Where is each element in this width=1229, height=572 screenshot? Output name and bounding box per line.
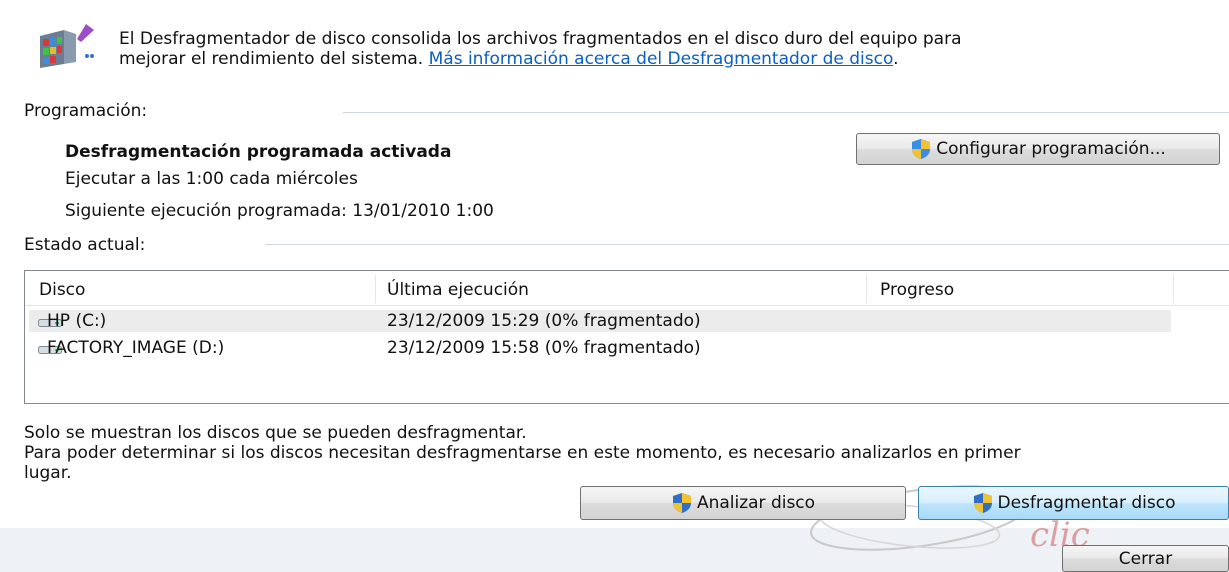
schedule-status: Desfragmentación programada activada [65, 142, 452, 162]
analyze-disk-label: Analizar disco [696, 493, 816, 513]
disk-name: HP (C:) [47, 311, 107, 331]
status-section-label: Estado actual: [24, 235, 146, 255]
close-button[interactable]: Cerrar [1062, 545, 1229, 572]
intro-text-line2: mejorar el rendimiento del sistema. Más … [119, 49, 898, 69]
table-row[interactable]: HP (C:) 23/12/2009 15:29 (0% fragmentado… [29, 310, 1171, 332]
schedule-run-time: Ejecutar a las 1:00 cada miércoles [65, 169, 358, 189]
column-separator[interactable] [866, 275, 867, 303]
disk-last-run: 23/12/2009 15:29 (0% fragmentado) [387, 311, 701, 331]
disk-name: FACTORY_IMAGE (D:) [47, 338, 225, 358]
schedule-divider [343, 112, 1229, 113]
defragment-disk-button[interactable]: Desfragmentar disco [918, 486, 1229, 520]
defragmenter-panel: El Desfragmentador de disco consolida lo… [0, 0, 1229, 555]
uac-shield-icon [973, 493, 992, 513]
uac-shield-icon [672, 493, 691, 513]
schedule-next-run: Siguiente ejecución programada: 13/01/20… [65, 201, 494, 221]
note-line1: Solo se muestran los discos que se puede… [24, 423, 527, 443]
status-divider [265, 244, 1229, 245]
configure-schedule-label: Configurar programación... [936, 139, 1166, 159]
column-separator[interactable] [1173, 275, 1174, 303]
analyze-disk-button[interactable]: Analizar disco [580, 486, 906, 520]
column-separator[interactable] [375, 275, 376, 303]
note-line2: Para poder determinar si los discos nece… [24, 443, 1021, 463]
intro-text-line1: El Desfragmentador de disco consolida lo… [119, 29, 962, 49]
column-header-disk[interactable]: Disco [39, 271, 85, 305]
column-header-progress[interactable]: Progreso [880, 271, 954, 305]
close-button-label: Cerrar [1118, 548, 1173, 569]
defragment-disk-label: Desfragmentar disco [997, 493, 1176, 513]
column-header-last-run[interactable]: Última ejecución [387, 271, 529, 305]
more-info-link[interactable]: Más información acerca del Desfragmentad… [429, 49, 893, 69]
intro-suffix: . [893, 49, 899, 69]
configure-schedule-button[interactable]: Configurar programación... [856, 133, 1220, 165]
intro-text: mejorar el rendimiento del sistema. [119, 49, 429, 69]
disk-last-run: 23/12/2009 15:58 (0% fragmentado) [387, 338, 701, 358]
disk-list[interactable]: Disco Última ejecución Progreso HP (C:) … [24, 270, 1229, 404]
disk-list-header: Disco Última ejecución Progreso [25, 271, 1229, 306]
defrag-app-icon [40, 24, 94, 68]
table-row[interactable]: FACTORY_IMAGE (D:) 23/12/2009 15:58 (0% … [29, 337, 1229, 359]
uac-shield-icon [912, 139, 931, 159]
note-line3: lugar. [24, 463, 72, 483]
schedule-section-label: Programación: [24, 101, 148, 121]
